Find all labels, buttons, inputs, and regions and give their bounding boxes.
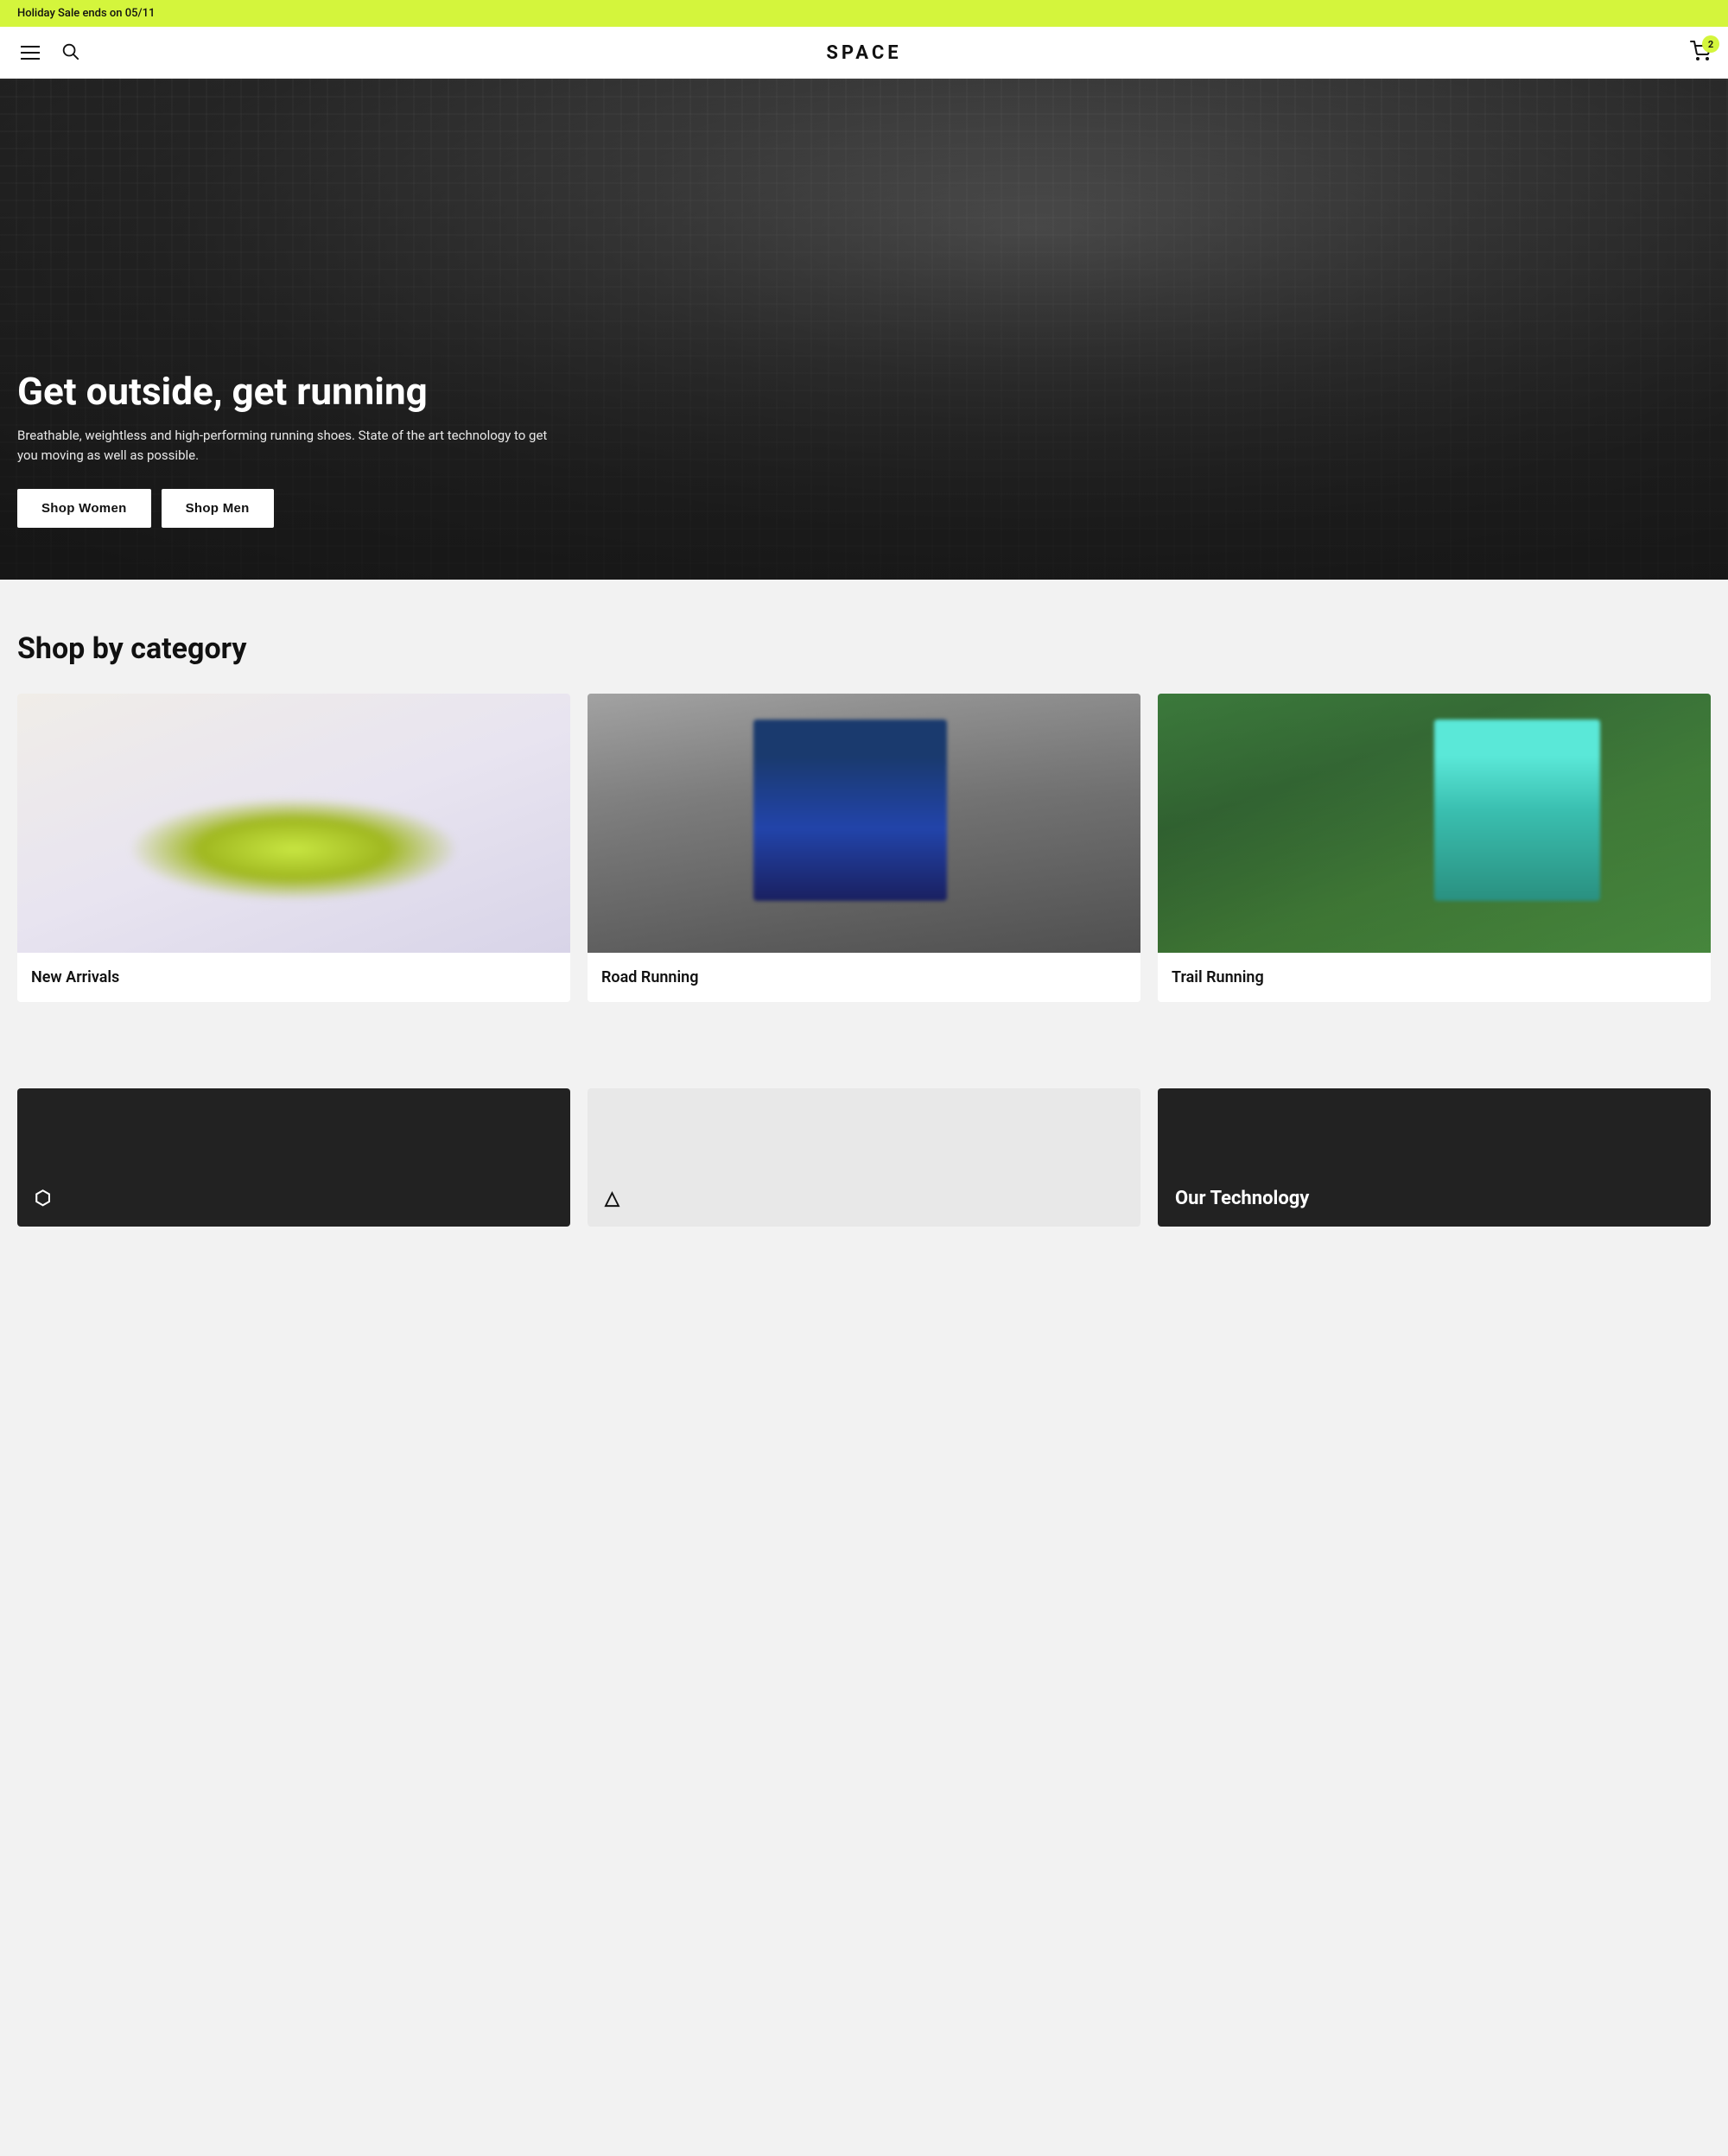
tech-icon-1: ⬡ bbox=[35, 1188, 51, 1209]
category-image-wrapper-road-running bbox=[588, 694, 1140, 953]
category-label-trail-running: Trail Running bbox=[1158, 953, 1711, 1002]
category-section-title: Shop by category bbox=[17, 631, 1711, 666]
tech-card-1: ⬡ bbox=[17, 1088, 570, 1227]
category-image-new-arrivals bbox=[17, 694, 570, 953]
tech-title-3: Our Technology bbox=[1175, 1188, 1309, 1209]
header-left bbox=[17, 38, 83, 67]
shop-women-button[interactable]: Shop Women bbox=[17, 489, 151, 528]
announcement-bar: Holiday Sale ends on 05/11 bbox=[0, 0, 1728, 27]
category-section: Shop by category New Arrivals Road Runni… bbox=[0, 580, 1728, 1037]
category-image-wrapper-new-arrivals bbox=[17, 694, 570, 953]
category-image-wrapper-trail-running bbox=[1158, 694, 1711, 953]
site-logo[interactable]: SPACE bbox=[826, 42, 901, 64]
header-right: 2 bbox=[1690, 41, 1711, 65]
site-header: SPACE 2 bbox=[0, 27, 1728, 79]
category-card-trail-running[interactable]: Trail Running bbox=[1158, 694, 1711, 1002]
menu-button[interactable] bbox=[17, 42, 43, 63]
category-grid: New Arrivals Road Running Trail Running bbox=[17, 694, 1711, 1002]
menu-line-3 bbox=[21, 58, 40, 60]
tech-grid: ⬡ △ Our Technology bbox=[17, 1088, 1711, 1227]
tech-icon-2: △ bbox=[605, 1188, 619, 1209]
hero-subtitle: Breathable, weightless and high-performi… bbox=[17, 426, 570, 465]
hero-content: Get outside, get running Breathable, wei… bbox=[0, 371, 1728, 528]
category-card-road-running[interactable]: Road Running bbox=[588, 694, 1140, 1002]
hero-section: Get outside, get running Breathable, wei… bbox=[0, 79, 1728, 580]
cart-button[interactable]: 2 bbox=[1690, 41, 1711, 65]
shop-men-button[interactable]: Shop Men bbox=[162, 489, 274, 528]
category-image-road-running bbox=[588, 694, 1140, 953]
tech-section: ⬡ △ Our Technology bbox=[0, 1037, 1728, 1261]
search-button[interactable] bbox=[57, 38, 83, 67]
tech-card-2: △ bbox=[588, 1088, 1140, 1227]
menu-line-1 bbox=[21, 46, 40, 48]
category-card-new-arrivals[interactable]: New Arrivals bbox=[17, 694, 570, 1002]
category-label-road-running: Road Running bbox=[588, 953, 1140, 1002]
category-label-new-arrivals: New Arrivals bbox=[17, 953, 570, 1002]
hero-buttons: Shop Women Shop Men bbox=[17, 489, 1711, 528]
announcement-text: Holiday Sale ends on 05/11 bbox=[17, 7, 155, 20]
cart-badge: 2 bbox=[1702, 35, 1719, 53]
menu-line-2 bbox=[21, 52, 40, 54]
hero-title: Get outside, get running bbox=[17, 371, 1711, 412]
search-icon bbox=[60, 41, 79, 60]
category-image-trail-running bbox=[1158, 694, 1711, 953]
tech-card-3: Our Technology bbox=[1158, 1088, 1711, 1227]
